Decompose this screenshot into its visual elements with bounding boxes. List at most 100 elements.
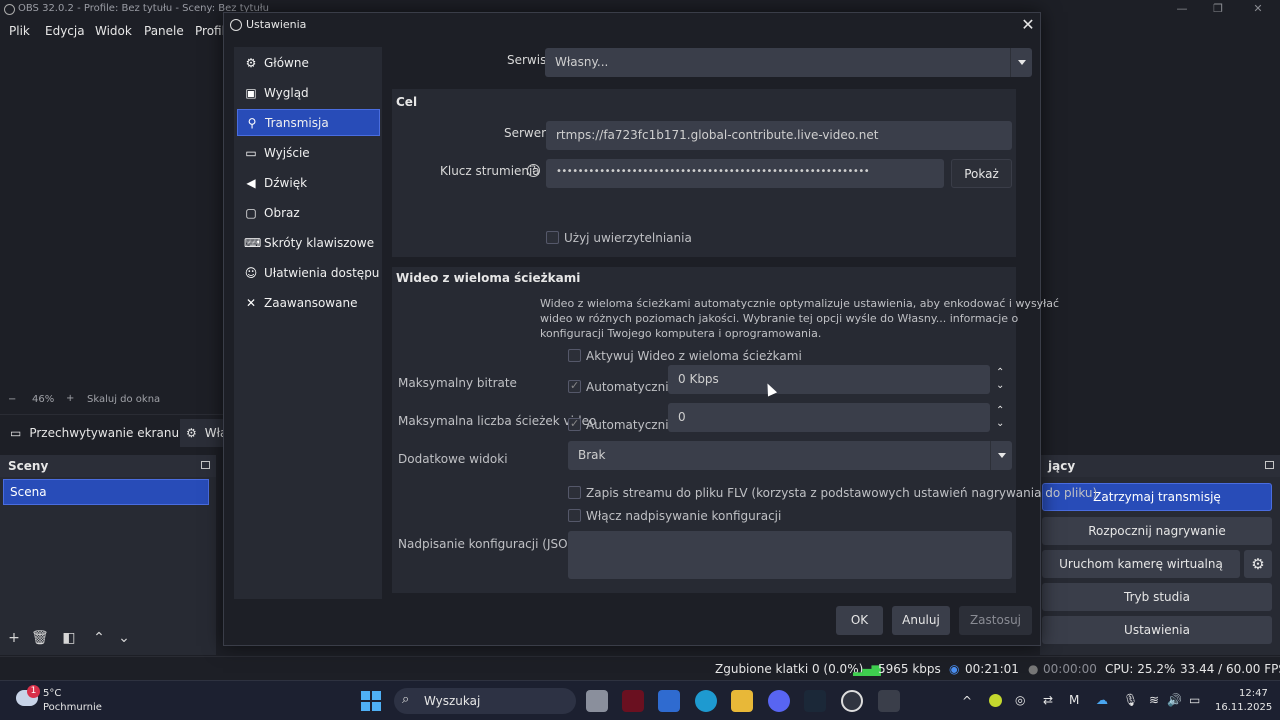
trash-icon[interactable]: 🗑 [31, 630, 49, 646]
minimize-icon[interactable]: — [1164, 2, 1200, 18]
menu-panele[interactable]: Panele [144, 24, 184, 38]
nav-appearance[interactable]: ▣ Wygląd [237, 79, 380, 106]
filter-icon[interactable]: ◧ [61, 630, 77, 646]
menu-widok[interactable]: Widok [95, 24, 132, 38]
taskbar-search[interactable]: ⌕ Wyszukaj [394, 688, 576, 714]
zoom-value: 46% [32, 394, 55, 405]
maximize-icon[interactable]: ❐ [1200, 2, 1236, 18]
screen-capture-tab[interactable]: ▭ Przechwytywanie ekranu [4, 419, 185, 447]
chevron-up-icon[interactable]: ⌃ [91, 630, 107, 646]
max-bitrate-auto-checkbox[interactable] [568, 379, 581, 393]
monitor-icon: ▢ [245, 205, 257, 220]
preview-area[interactable] [0, 42, 222, 392]
nav-general[interactable]: ⚙ Główne [237, 49, 380, 76]
destination-group: Cel Serwer rtmps://fa723fc1b171.global-c… [392, 89, 1016, 257]
close-window-icon[interactable]: ✕ [1240, 2, 1276, 18]
wifi-icon[interactable]: ≋ [1149, 693, 1159, 707]
nav-video[interactable]: ▢ Obraz [237, 199, 380, 226]
tray-sync-icon[interactable]: ⇄ [1043, 693, 1053, 707]
obs-taskbar-icon[interactable] [841, 690, 863, 712]
tray-msi-icon[interactable]: M [1069, 693, 1079, 707]
apply-button[interactable]: Zastosuj [959, 606, 1032, 635]
max-bitrate-input[interactable]: 0 Kbps [668, 365, 990, 394]
nav-hotkeys[interactable]: ⌨ Skróty klawiszowe [237, 229, 380, 256]
virtual-camera-button[interactable]: Uruchom kamerę wirtualną [1042, 550, 1240, 578]
search-label: Wyszukaj [424, 694, 481, 708]
nav-output[interactable]: ▭ Wyjście [237, 139, 380, 166]
tray-chevron-up-icon[interactable]: ^ [962, 694, 972, 708]
nav-audio[interactable]: ◀ Dźwięk [237, 169, 380, 196]
spin-down-icon[interactable]: ⌄ [996, 381, 1004, 391]
cancel-button[interactable]: Anuluj [892, 606, 950, 635]
controls-dock: jący Zatrzymaj transmisję Rozpocznij nag… [1040, 455, 1280, 655]
weather-desc[interactable]: Pochmurnie [43, 702, 102, 713]
nav-stream[interactable]: ⚲ Transmisja [237, 109, 380, 136]
studio-mode-button[interactable]: Tryb studia [1042, 583, 1272, 611]
bitrate: 5965 kbps [878, 662, 941, 676]
app-icon[interactable] [878, 690, 900, 712]
nav-advanced[interactable]: ✕ Zaawansowane [237, 289, 380, 316]
tray-app-icon[interactable] [989, 694, 1002, 707]
ok-button[interactable]: OK [836, 606, 883, 635]
spin-down-icon[interactable]: ⌄ [996, 419, 1004, 429]
discord-icon[interactable] [768, 690, 790, 712]
clock-date[interactable]: 16.11.2025 [1215, 702, 1272, 713]
scenes-dock-header: Sceny [0, 455, 216, 477]
output-icon: ▭ [245, 145, 257, 160]
extra-views-combo[interactable]: Brak [568, 441, 1012, 470]
extra-views-value: Brak [578, 448, 606, 462]
preview-area-right[interactable] [1040, 42, 1280, 392]
weather-temp[interactable]: 5°C [43, 688, 61, 699]
volume-icon[interactable]: 🔊 [1167, 693, 1182, 707]
start-recording-button[interactable]: Rozpocznij nagrywanie [1042, 517, 1272, 545]
max-tracks-spinner[interactable]: ⌃ ⌄ [992, 403, 1012, 432]
task-view-icon[interactable] [586, 690, 608, 712]
service-combo[interactable]: Własny... [545, 48, 1032, 77]
outlook-icon[interactable] [658, 690, 680, 712]
float-dock-icon[interactable] [1265, 461, 1274, 469]
use-auth-checkbox[interactable] [546, 231, 559, 244]
chevron-down-icon[interactable]: ⌄ [116, 630, 132, 646]
edge-icon[interactable] [695, 690, 717, 712]
help-icon[interactable]: ? [527, 164, 540, 177]
nav-accessibility[interactable]: ☺ Ułatwienia dostępu [237, 259, 380, 286]
windows-start-icon[interactable] [361, 691, 381, 711]
zoom-out-button[interactable]: − [8, 394, 16, 405]
float-dock-icon[interactable] [201, 461, 210, 469]
flv-checkbox[interactable] [568, 486, 581, 499]
onedrive-icon[interactable]: ☁ [1096, 693, 1108, 707]
server-input[interactable]: rtmps://fa723fc1b171.global-contribute.l… [546, 121, 1012, 150]
tray-obs-icon[interactable]: ◎ [1015, 693, 1025, 707]
show-key-button[interactable]: Pokaż [951, 159, 1012, 188]
json-override-label: Nadpisanie konfiguracji (JSON) [398, 537, 582, 551]
scene-list-item[interactable]: Scena [3, 479, 209, 505]
max-tracks-input[interactable]: 0 [668, 403, 990, 432]
json-override-textarea[interactable] [568, 531, 1012, 579]
max-tracks-auto-checkbox[interactable] [568, 417, 581, 431]
steam-icon[interactable] [804, 690, 826, 712]
activate-multitrack-checkbox[interactable] [568, 349, 581, 362]
nav-label: Skróty klawiszowe [264, 235, 375, 250]
microphone-icon[interactable]: 🎙 [1123, 693, 1138, 707]
settings-button[interactable]: Ustawienia [1042, 616, 1272, 644]
nav-label: Wygląd [264, 85, 309, 100]
menu-profil[interactable]: Profil [195, 24, 225, 38]
folder-icon[interactable] [731, 690, 753, 712]
stream-time: 00:21:01 [965, 662, 1019, 676]
antenna-icon: ⚲ [247, 115, 257, 130]
stream-key-input[interactable]: ••••••••••••••••••••••••••••••••••••••••… [546, 159, 944, 188]
close-icon[interactable]: ✕ [1018, 15, 1038, 35]
battery-icon[interactable]: ▭ [1189, 693, 1200, 707]
override-config-checkbox[interactable] [568, 509, 581, 522]
menu-edycja[interactable]: Edycja [45, 24, 85, 38]
spin-up-icon[interactable]: ⌃ [996, 406, 1004, 416]
opera-icon[interactable] [622, 690, 644, 712]
add-icon[interactable]: + [6, 630, 22, 646]
clock-time[interactable]: 12:47 [1239, 688, 1268, 699]
zoom-in-button[interactable]: + [66, 393, 74, 404]
menu-plik[interactable]: Plik [9, 24, 30, 38]
spin-up-icon[interactable]: ⌃ [996, 368, 1004, 378]
fit-to-window-button[interactable]: Skaluj do okna [87, 394, 160, 405]
virtual-camera-gear-icon[interactable]: ⚙ [1244, 550, 1272, 578]
max-bitrate-spinner[interactable]: ⌃ ⌄ [992, 365, 1012, 394]
